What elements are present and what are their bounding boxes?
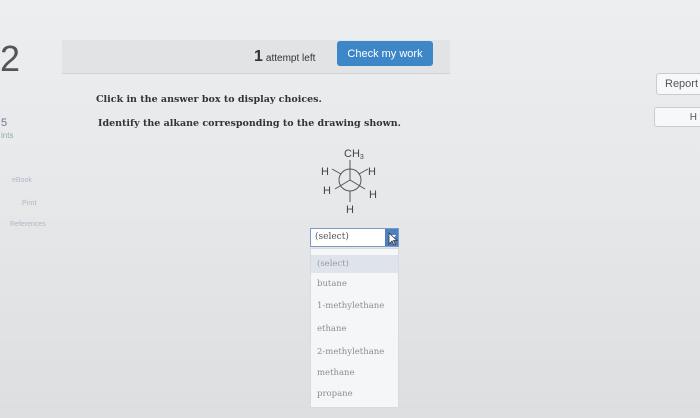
option-2-methylethane[interactable]: 2-methylethane (311, 343, 398, 361)
option-butane[interactable]: butane (311, 275, 398, 293)
help-button[interactable]: H (654, 107, 700, 127)
report-button[interactable]: Report (656, 73, 700, 95)
h-left-top: H (321, 166, 329, 178)
instruction-text: Click in the answer box to display choic… (96, 94, 322, 105)
option-ethane[interactable]: ethane (311, 320, 398, 338)
ch3-label: CH3 (344, 148, 364, 161)
points-label: ints (1, 131, 14, 140)
option-methane[interactable]: methane (311, 364, 398, 382)
mouse-cursor-icon (388, 232, 398, 246)
attempts-count: 1 (254, 48, 263, 65)
points-value: 5 (1, 117, 8, 129)
attempt-bar: 1 attempt left Check my work (62, 40, 450, 74)
answer-select[interactable]: (select) (310, 228, 399, 247)
h-right-bottom: H (369, 189, 377, 201)
print-link[interactable]: Print (22, 200, 36, 207)
option-propane[interactable]: propane (311, 385, 398, 403)
option-select[interactable]: (select) (311, 255, 398, 273)
attempts-remaining: 1 attempt left (254, 48, 315, 66)
h-bottom: H (346, 204, 354, 216)
answer-select-value: (select) (315, 232, 349, 242)
h-left-bottom: H (323, 185, 331, 197)
answer-options-list: (select) butane 1-methylethane ethane 2-… (310, 248, 399, 408)
newman-projection: CH3 H H H H H (321, 148, 377, 216)
check-my-work-button[interactable]: Check my work (337, 41, 433, 66)
ebook-link[interactable]: eBook (12, 177, 32, 184)
attempts-label: attempt left (265, 53, 316, 64)
question-number: 2 (0, 38, 21, 79)
h-right-top: H (368, 166, 376, 178)
references-link[interactable]: References (10, 221, 46, 228)
left-rail: 2 5 ints eBook Print References (0, 0, 62, 418)
question-text: Identify the alkane corresponding to the… (98, 118, 401, 129)
option-1-methylethane[interactable]: 1-methylethane (311, 297, 398, 315)
